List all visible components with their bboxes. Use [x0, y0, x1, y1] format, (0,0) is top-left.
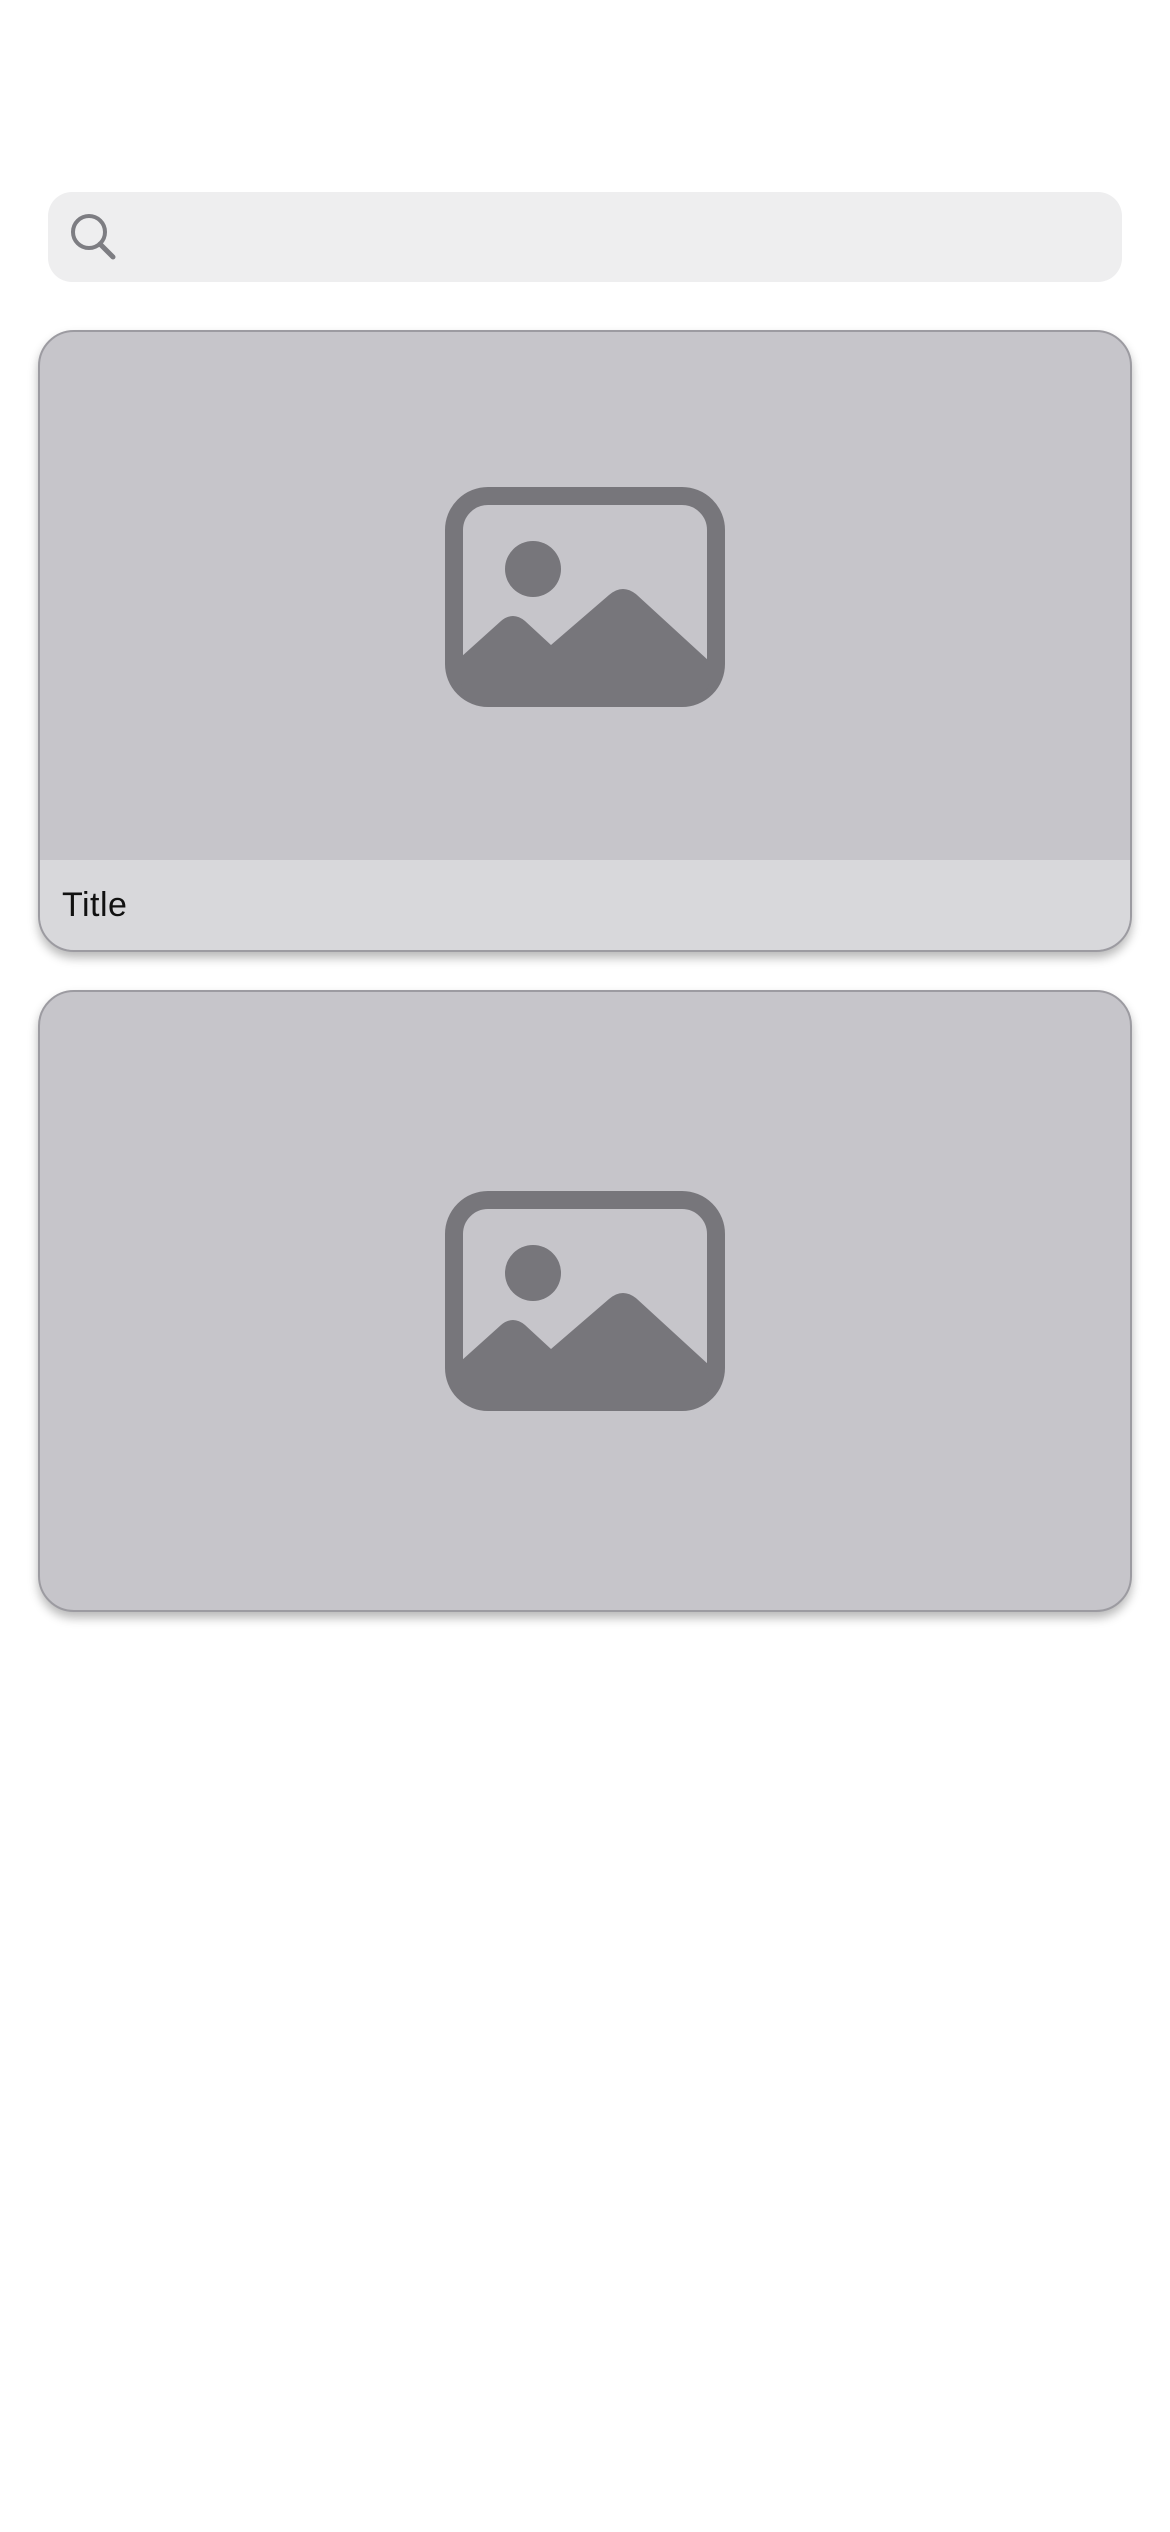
search-input[interactable] — [138, 192, 1098, 282]
card-title: Title — [62, 885, 128, 924]
card-image — [40, 332, 1130, 862]
image-placeholder-icon — [445, 1191, 725, 1411]
card-caption: Title — [40, 860, 1130, 950]
card-image — [40, 992, 1130, 1610]
image-card[interactable]: Title — [38, 330, 1132, 952]
image-placeholder-icon — [445, 487, 725, 707]
image-card[interactable] — [38, 990, 1132, 1612]
search-bar[interactable] — [48, 192, 1122, 282]
search-icon — [68, 211, 120, 263]
